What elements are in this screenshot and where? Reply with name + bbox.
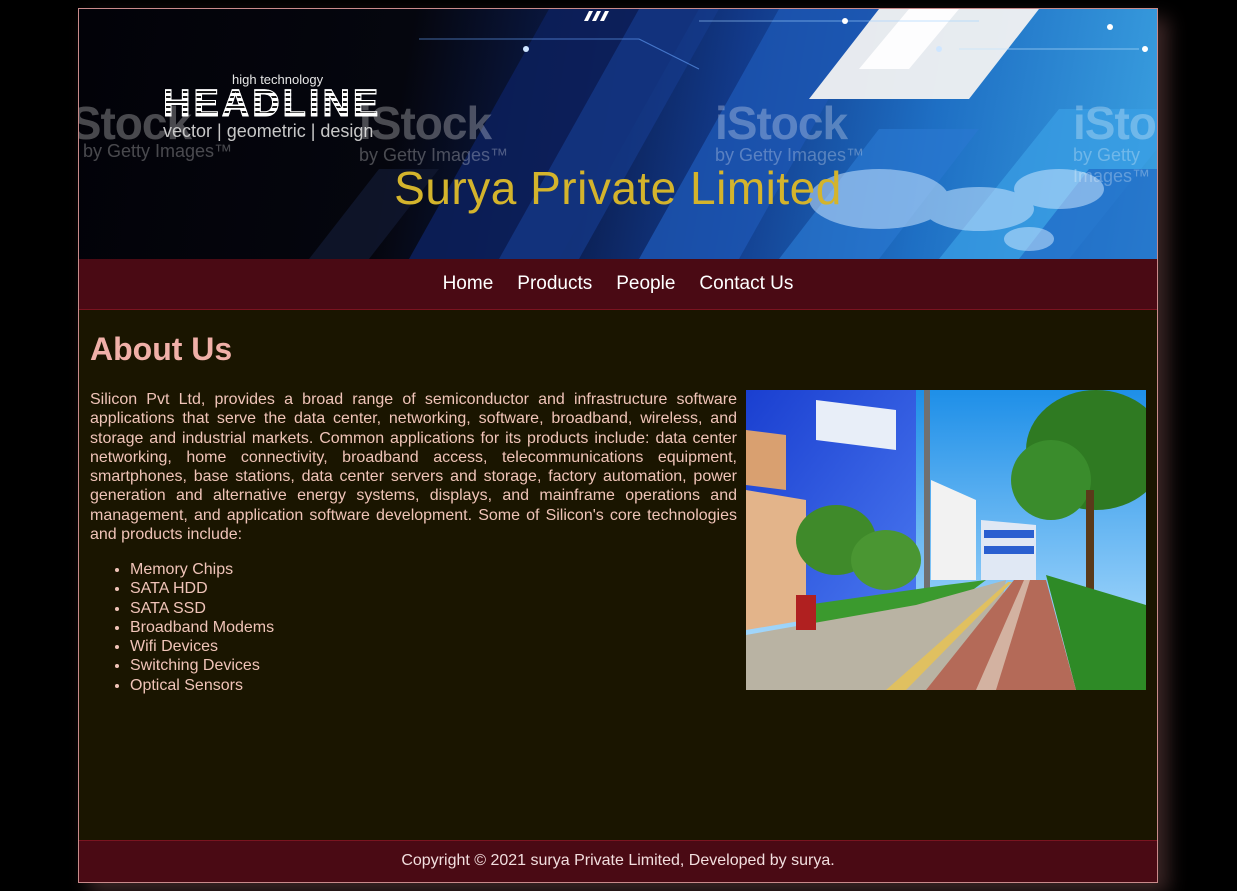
nav-contact-us[interactable]: Contact Us xyxy=(699,273,793,295)
watermark-1-sub: by Getty Images™ xyxy=(83,141,233,161)
list-item: Switching Devices xyxy=(130,656,274,675)
banner-subline: vector | geometric | design xyxy=(163,121,374,141)
list-item: Broadband Modems xyxy=(130,618,274,637)
list-item: Memory Chips xyxy=(130,560,274,579)
about-paragraph: Silicon Pvt Ltd, provides a broad range … xyxy=(90,391,737,544)
header-banner: iStock by Getty Images™ high technology … xyxy=(79,9,1157,259)
list-item: Wifi Devices xyxy=(130,637,274,656)
page-container: iStock by Getty Images™ high technology … xyxy=(78,8,1158,883)
watermark-3: iStock by Getty Images™ xyxy=(715,97,865,165)
list-item: SATA HDD xyxy=(130,579,274,598)
product-list: Memory Chips SATA HDD SATA SSD Broadband… xyxy=(90,560,274,695)
list-item: Optical Sensors xyxy=(130,676,274,695)
nav-products[interactable]: Products xyxy=(517,273,592,295)
company-title: Surya Private Limited xyxy=(394,162,842,214)
footer: Copyright © 2021 surya Private Limited, … xyxy=(79,840,1157,882)
campus-photo xyxy=(746,390,1146,690)
nav-home[interactable]: Home xyxy=(443,273,494,295)
watermark-2: iStock by Getty Images™ xyxy=(359,97,509,165)
banner-headline: HEADLINE xyxy=(162,83,382,126)
main-nav: Home Products People Contact Us xyxy=(79,259,1157,310)
nav-people[interactable]: People xyxy=(616,273,675,295)
list-item: SATA SSD xyxy=(130,599,274,618)
page-title: About Us xyxy=(90,331,233,367)
